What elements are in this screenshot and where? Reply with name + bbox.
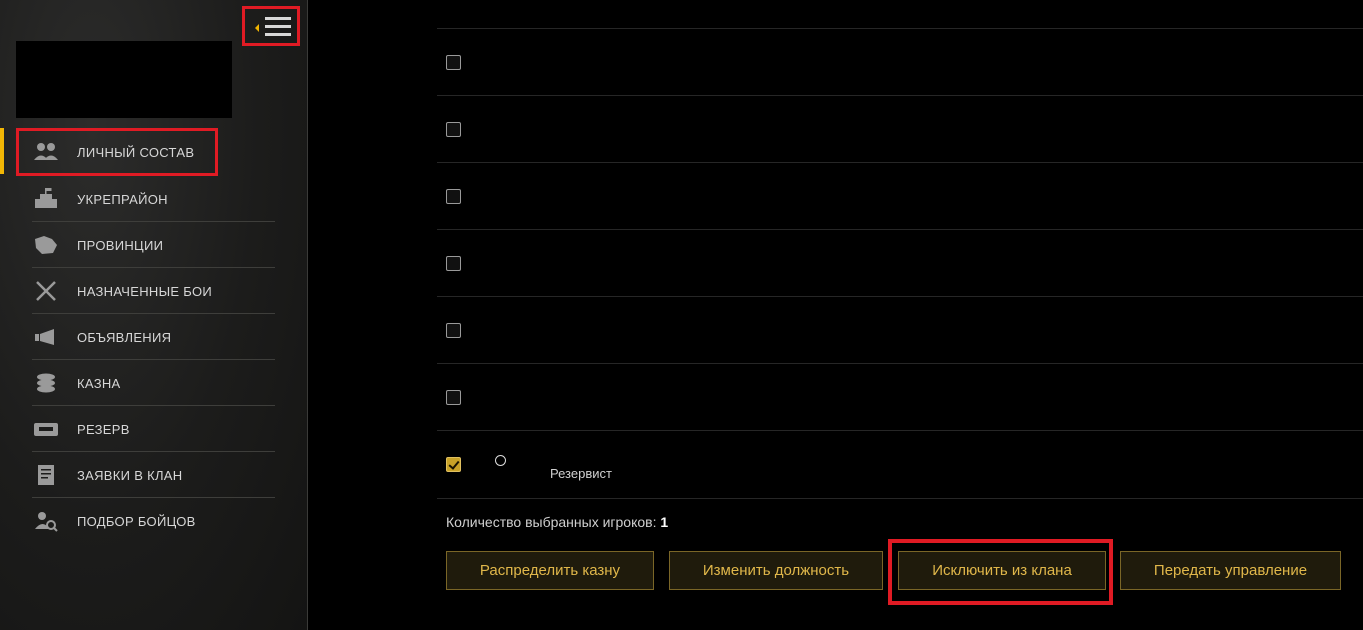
clan-emblem (16, 41, 232, 118)
sidebar-item-label: ЛИЧНЫЙ СОСТАВ (77, 144, 195, 160)
member-role: Резервист (550, 466, 612, 481)
collapse-arrow-icon (255, 24, 259, 32)
sidebar-item-label: КАЗНА (77, 375, 121, 391)
row-checkbox[interactable] (446, 55, 461, 70)
recruit-search-icon (35, 512, 58, 532)
row-checkbox[interactable] (446, 390, 461, 405)
sidebar-item-personnel[interactable]: ЛИЧНЫЙ СОСТАВ (0, 128, 307, 176)
sidebar-item-stronghold[interactable]: УКРЕПРАЙОН (0, 176, 307, 222)
selected-count-value: 1 (660, 514, 669, 530)
menu-toggle-button[interactable] (242, 6, 300, 46)
table-row (437, 296, 1363, 364)
selected-count-label: Количество выбранных игроков: (446, 514, 657, 530)
row-checkbox[interactable] (446, 256, 461, 271)
highlight-frame (888, 539, 1113, 605)
sidebar-item-label: ЗАЯВКИ В КЛАН (77, 467, 183, 483)
sidebar-item-announcements[interactable]: ОБЪЯВЛЕНИЯ (0, 314, 307, 360)
selected-count: Количество выбранных игроков: 1 (446, 514, 668, 530)
row-checkbox[interactable] (446, 189, 461, 204)
sidebar: ЛИЧНЫЙ СОСТАВ УКРЕПРАЙОН ПРОВИНЦИИ НАЗНА… (0, 0, 308, 630)
row-checkbox[interactable] (446, 323, 461, 338)
sidebar-item-label: ПРОВИНЦИИ (77, 237, 164, 253)
hamburger-icon (265, 17, 291, 41)
reserve-icon (34, 423, 58, 436)
battles-icon (36, 281, 56, 301)
active-marker (0, 128, 4, 174)
sidebar-item-reserve[interactable]: РЕЗЕРВ (0, 406, 307, 452)
distribute-treasury-button[interactable]: Распределить казну (446, 551, 654, 590)
sidebar-item-recruiting[interactable]: ПОДБОР БОЙЦОВ (0, 498, 307, 544)
table-row (437, 162, 1363, 230)
stronghold-icon (35, 188, 57, 208)
table-row (437, 95, 1363, 163)
megaphone-icon (35, 329, 54, 345)
sidebar-item-label: ОБЪЯВЛЕНИЯ (77, 329, 172, 345)
change-role-button[interactable]: Изменить должность (669, 551, 883, 590)
status-circle-icon (495, 455, 506, 466)
treasury-icon (37, 373, 55, 393)
table-row: Резервист (437, 430, 1363, 499)
sidebar-item-treasury[interactable]: КАЗНА (0, 360, 307, 406)
sidebar-item-provinces[interactable]: ПРОВИНЦИИ (0, 222, 307, 268)
applications-icon (38, 465, 54, 485)
transfer-management-button[interactable]: Передать управление (1120, 551, 1341, 590)
sidebar-item-label: УКРЕПРАЙОН (77, 191, 168, 207)
sidebar-item-applications[interactable]: ЗАЯВКИ В КЛАН (0, 452, 307, 498)
table-row (437, 28, 1363, 96)
table-row (437, 363, 1363, 431)
row-checkbox[interactable] (446, 122, 461, 137)
row-checkbox[interactable] (446, 457, 461, 472)
sidebar-item-label: ПОДБОР БОЙЦОВ (77, 513, 196, 529)
sidebar-item-label: НАЗНАЧЕННЫЕ БОИ (77, 283, 213, 299)
sidebar-nav: ЛИЧНЫЙ СОСТАВ УКРЕПРАЙОН ПРОВИНЦИИ НАЗНА… (0, 128, 307, 544)
table-row (437, 229, 1363, 297)
sidebar-item-label: РЕЗЕРВ (77, 421, 130, 437)
members-panel: Резервист Количество выбранных игроков: … (437, 0, 1363, 630)
sidebar-item-battles[interactable]: НАЗНАЧЕННЫЕ БОИ (0, 268, 307, 314)
provinces-icon (35, 236, 57, 254)
personnel-icon (34, 143, 58, 160)
